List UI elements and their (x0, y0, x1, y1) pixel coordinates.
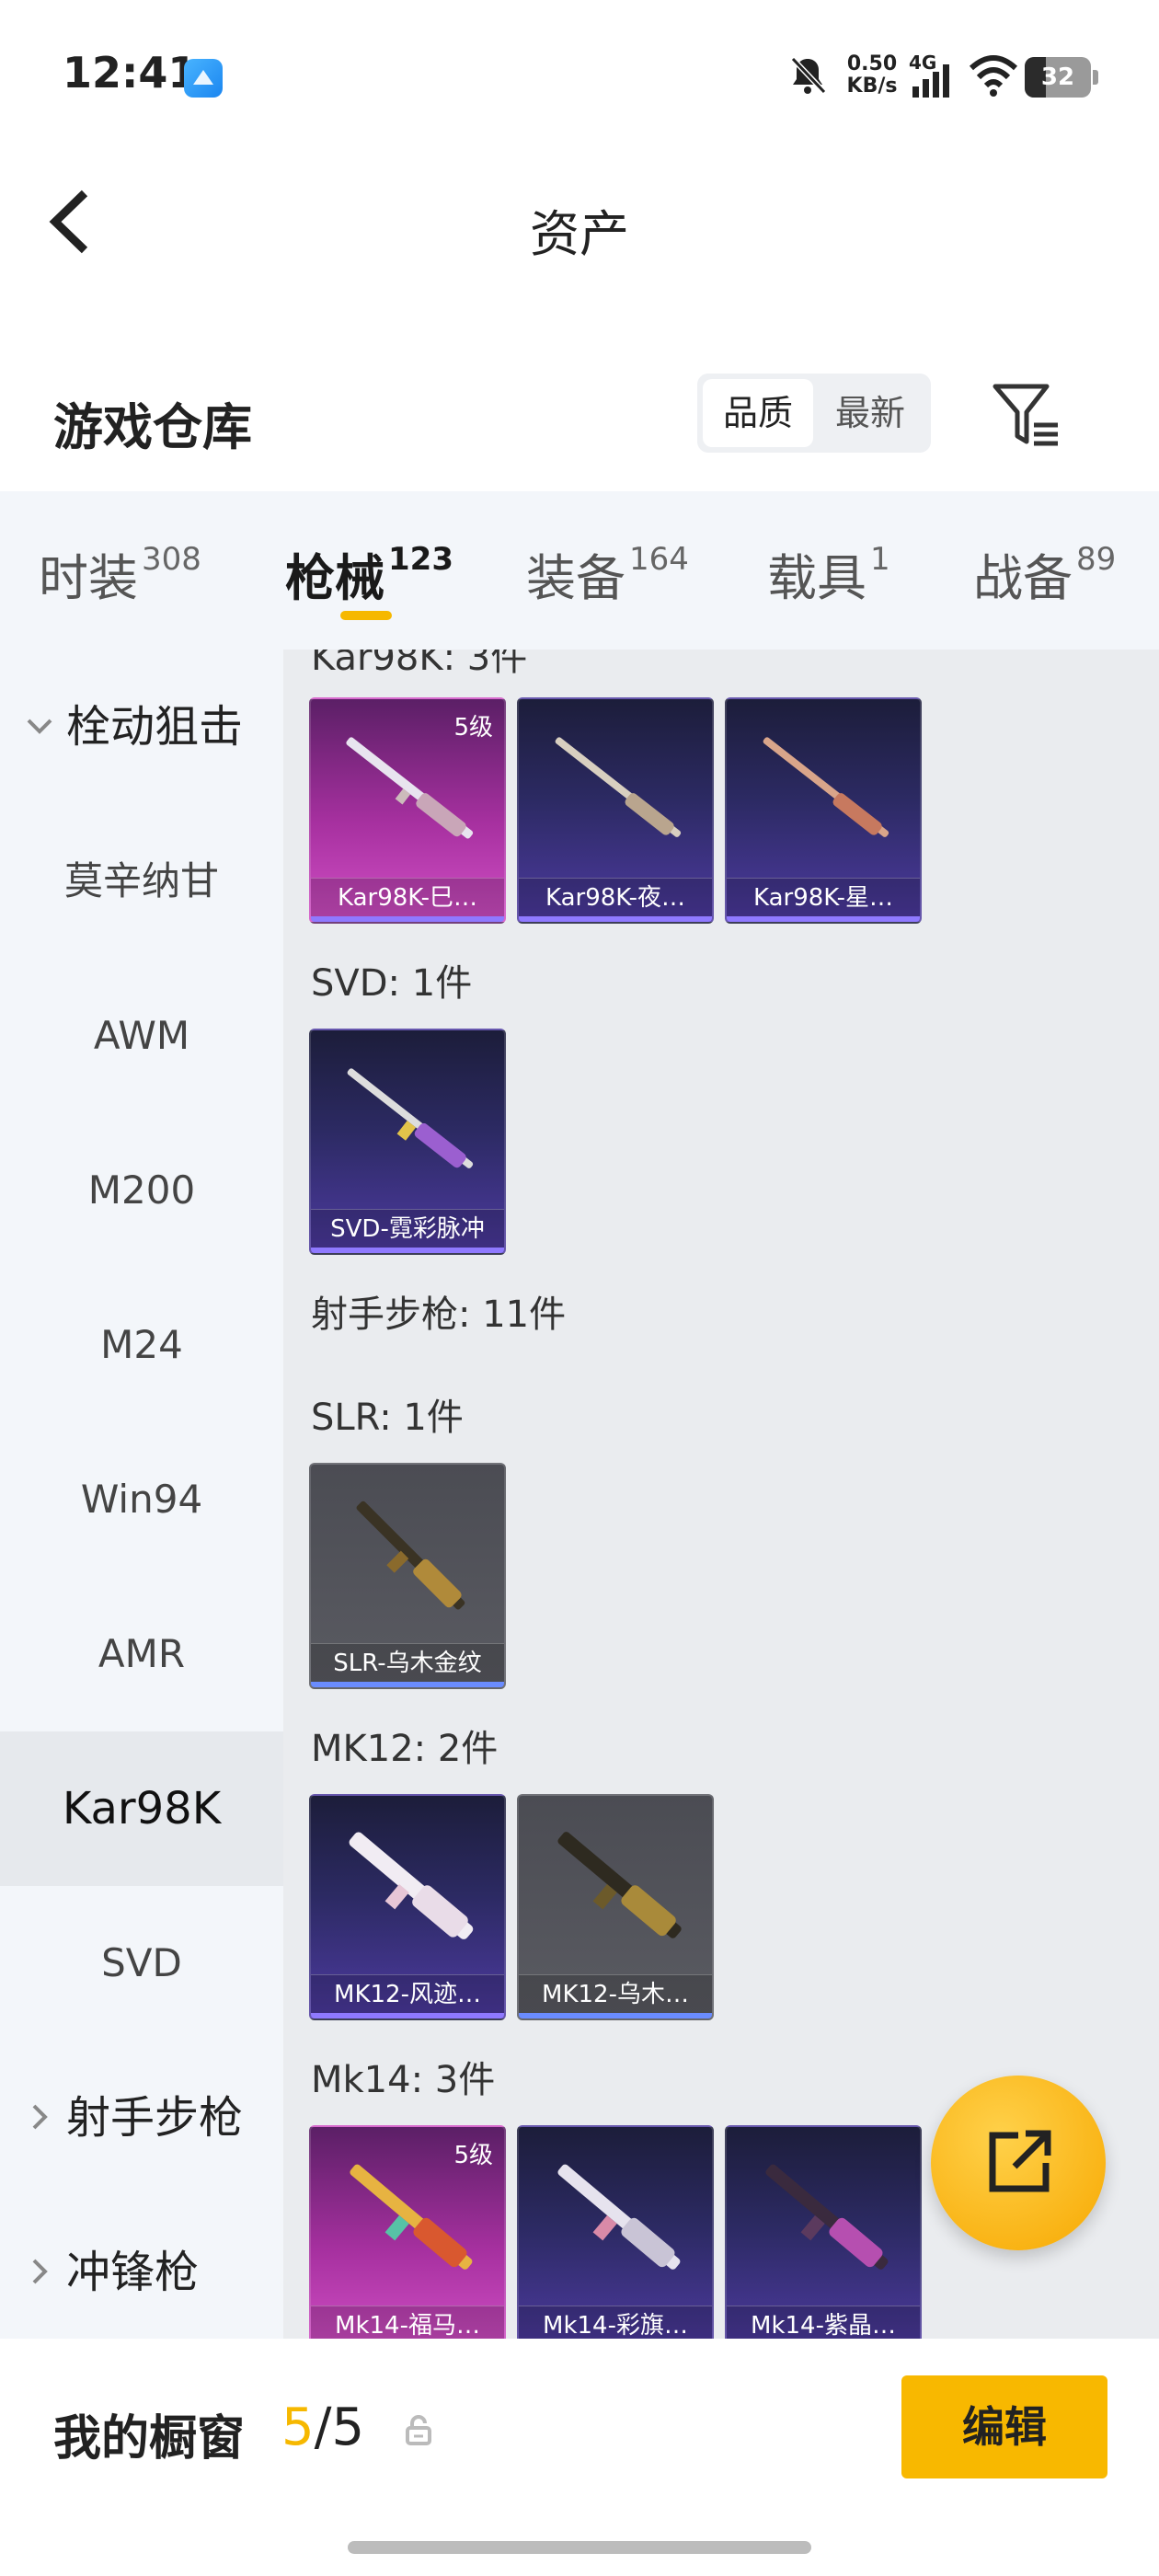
level-badge: 5级 (453, 714, 493, 742)
rarity-bar (311, 2013, 504, 2018)
skin-card[interactable]: Mk14-彩旗… (517, 2125, 714, 2339)
bottom-bar: 我的橱窗 5/5 编辑 (0, 2339, 1159, 2576)
skin-name: SVD-霓彩脉冲 (311, 1209, 504, 1248)
sidebar-group-smg[interactable]: 冲锋枪 (0, 2195, 283, 2339)
net-speed: 0.50 KB/s (846, 52, 898, 98)
sidebar-item-m200[interactable]: M200 (0, 1113, 283, 1268)
signal-icon (912, 64, 949, 98)
skin-card[interactable]: Mk14-紫晶… (725, 2125, 922, 2339)
tab-vehicles[interactable]: 载具 1 (767, 537, 890, 611)
rifle-icon (765, 2164, 889, 2270)
group-label-kar98k: Kar98K: 3件 (311, 650, 528, 679)
sort-quality-option[interactable]: 品质 (703, 379, 813, 447)
share-external-icon (989, 2130, 1051, 2192)
weapon-type-sidebar: 栓动狙击 莫辛纳甘 AWM M200 M24 Win94 AMR Kar98K … (0, 650, 283, 2339)
tab-outfits[interactable]: 时装 308 (39, 537, 201, 611)
skin-card[interactable]: Kar98K-星… (725, 697, 922, 924)
group-label-mk12: MK12: 2件 (311, 1728, 499, 1770)
skin-name: Kar98K-夜… (519, 878, 712, 916)
wifi-icon (969, 55, 1018, 97)
rifle-icon (557, 2164, 681, 2270)
edit-button[interactable]: 编辑 (901, 2375, 1107, 2478)
rarity-bar (311, 1248, 504, 1253)
skin-card[interactable]: SLR-乌木金纹 (309, 1463, 506, 1689)
rarity-bar (519, 2013, 712, 2018)
rifle-icon (763, 737, 889, 837)
sidebar-group-bolt-sniper[interactable]: 栓动狙击 (0, 650, 283, 804)
app-notification-icon (184, 59, 223, 98)
skin-name: SLR-乌木金纹 (311, 1643, 504, 1682)
mute-bell-icon (790, 56, 827, 95)
chevron-right-icon (32, 2104, 48, 2130)
group-label-svd: SVD: 1件 (311, 962, 473, 1005)
category-tabs: 时装 308 枪械 123 装备 164 载具 1 战备 89 (0, 491, 1159, 650)
skin-name: Kar98K-巳… (311, 878, 504, 916)
skin-name: MK12-风迹… (311, 1974, 504, 2013)
skin-card[interactable]: MK12-风迹… (309, 1794, 506, 2020)
skin-card[interactable]: SVD-霓彩脉冲 (309, 1029, 506, 1255)
group-label-slr: SLR: 1件 (311, 1397, 464, 1439)
rifle-icon (347, 1068, 474, 1168)
sidebar-item-m24[interactable]: M24 (0, 1268, 283, 1422)
sidebar-item-awm[interactable]: AWM (0, 959, 283, 1113)
tab-equipment[interactable]: 装备 164 (526, 537, 689, 611)
skin-name: Mk14-紫晶… (727, 2306, 920, 2339)
tab-supplies[interactable]: 战备 89 (973, 537, 1116, 611)
skin-card[interactable]: Kar98K-夜… (517, 697, 714, 924)
sidebar-item-win94[interactable]: Win94 (0, 1422, 283, 1577)
rifle-icon (356, 1501, 465, 1610)
skin-name: Mk14-福马… (311, 2306, 504, 2339)
rarity-bar (519, 916, 712, 922)
skin-name: Kar98K-星… (727, 878, 920, 916)
home-indicator[interactable] (348, 2541, 811, 2554)
skin-card[interactable]: 5级 Kar98K-巳… (309, 697, 506, 924)
skin-card[interactable]: MK12-乌木… (517, 1794, 714, 2020)
rifle-icon (557, 1832, 682, 1938)
rarity-bar (727, 916, 920, 922)
skin-name: MK12-乌木… (519, 1974, 712, 2013)
sort-toggle: 品质 最新 (697, 374, 931, 453)
group-label-marksman: 射手步枪: 11件 (311, 1294, 567, 1336)
page-title: 资产 (530, 205, 629, 263)
rifle-icon (349, 1832, 474, 1939)
showcase-count: 5/5 (281, 2398, 365, 2457)
filter-button[interactable] (990, 381, 1063, 451)
rarity-bar (311, 1682, 504, 1687)
skin-card[interactable]: 5级 Mk14-福马… (309, 2125, 506, 2339)
sidebar-item-amr[interactable]: AMR (0, 1577, 283, 1731)
battery-percent: 32 (1040, 63, 1075, 91)
rarity-bar (311, 916, 504, 922)
share-fab-button[interactable] (931, 2076, 1106, 2250)
skin-name: Mk14-彩旗… (519, 2306, 712, 2339)
rifle-icon (555, 737, 682, 837)
status-bar: 12:41 0.50 KB/s 4G 32 (0, 0, 1159, 156)
lock-icon (406, 2415, 431, 2445)
sidebar-group-marksman[interactable]: 射手步枪 (0, 2041, 283, 2195)
sort-latest-option[interactable]: 最新 (815, 379, 925, 447)
chevron-right-icon (32, 2259, 48, 2284)
sidebar-item-kar98k[interactable]: Kar98K (0, 1731, 283, 1886)
active-tab-indicator (340, 611, 392, 620)
chevron-down-icon (27, 719, 52, 734)
sidebar-item-svd[interactable]: SVD (0, 1886, 283, 2041)
battery-icon: 32 (1025, 57, 1091, 98)
level-badge: 5级 (453, 2142, 493, 2169)
section-title: 游戏仓库 (53, 398, 252, 456)
tab-firearms[interactable]: 枪械 123 (285, 537, 453, 611)
filter-icon (993, 384, 1058, 446)
sidebar-item-mosin[interactable]: 莫辛纳甘 (0, 804, 283, 959)
battery-tip (1093, 70, 1098, 85)
group-label-mk14: Mk14: 3件 (311, 2059, 496, 2101)
status-time: 12:41 (63, 48, 198, 98)
showcase-label: 我的橱窗 (53, 2411, 246, 2467)
